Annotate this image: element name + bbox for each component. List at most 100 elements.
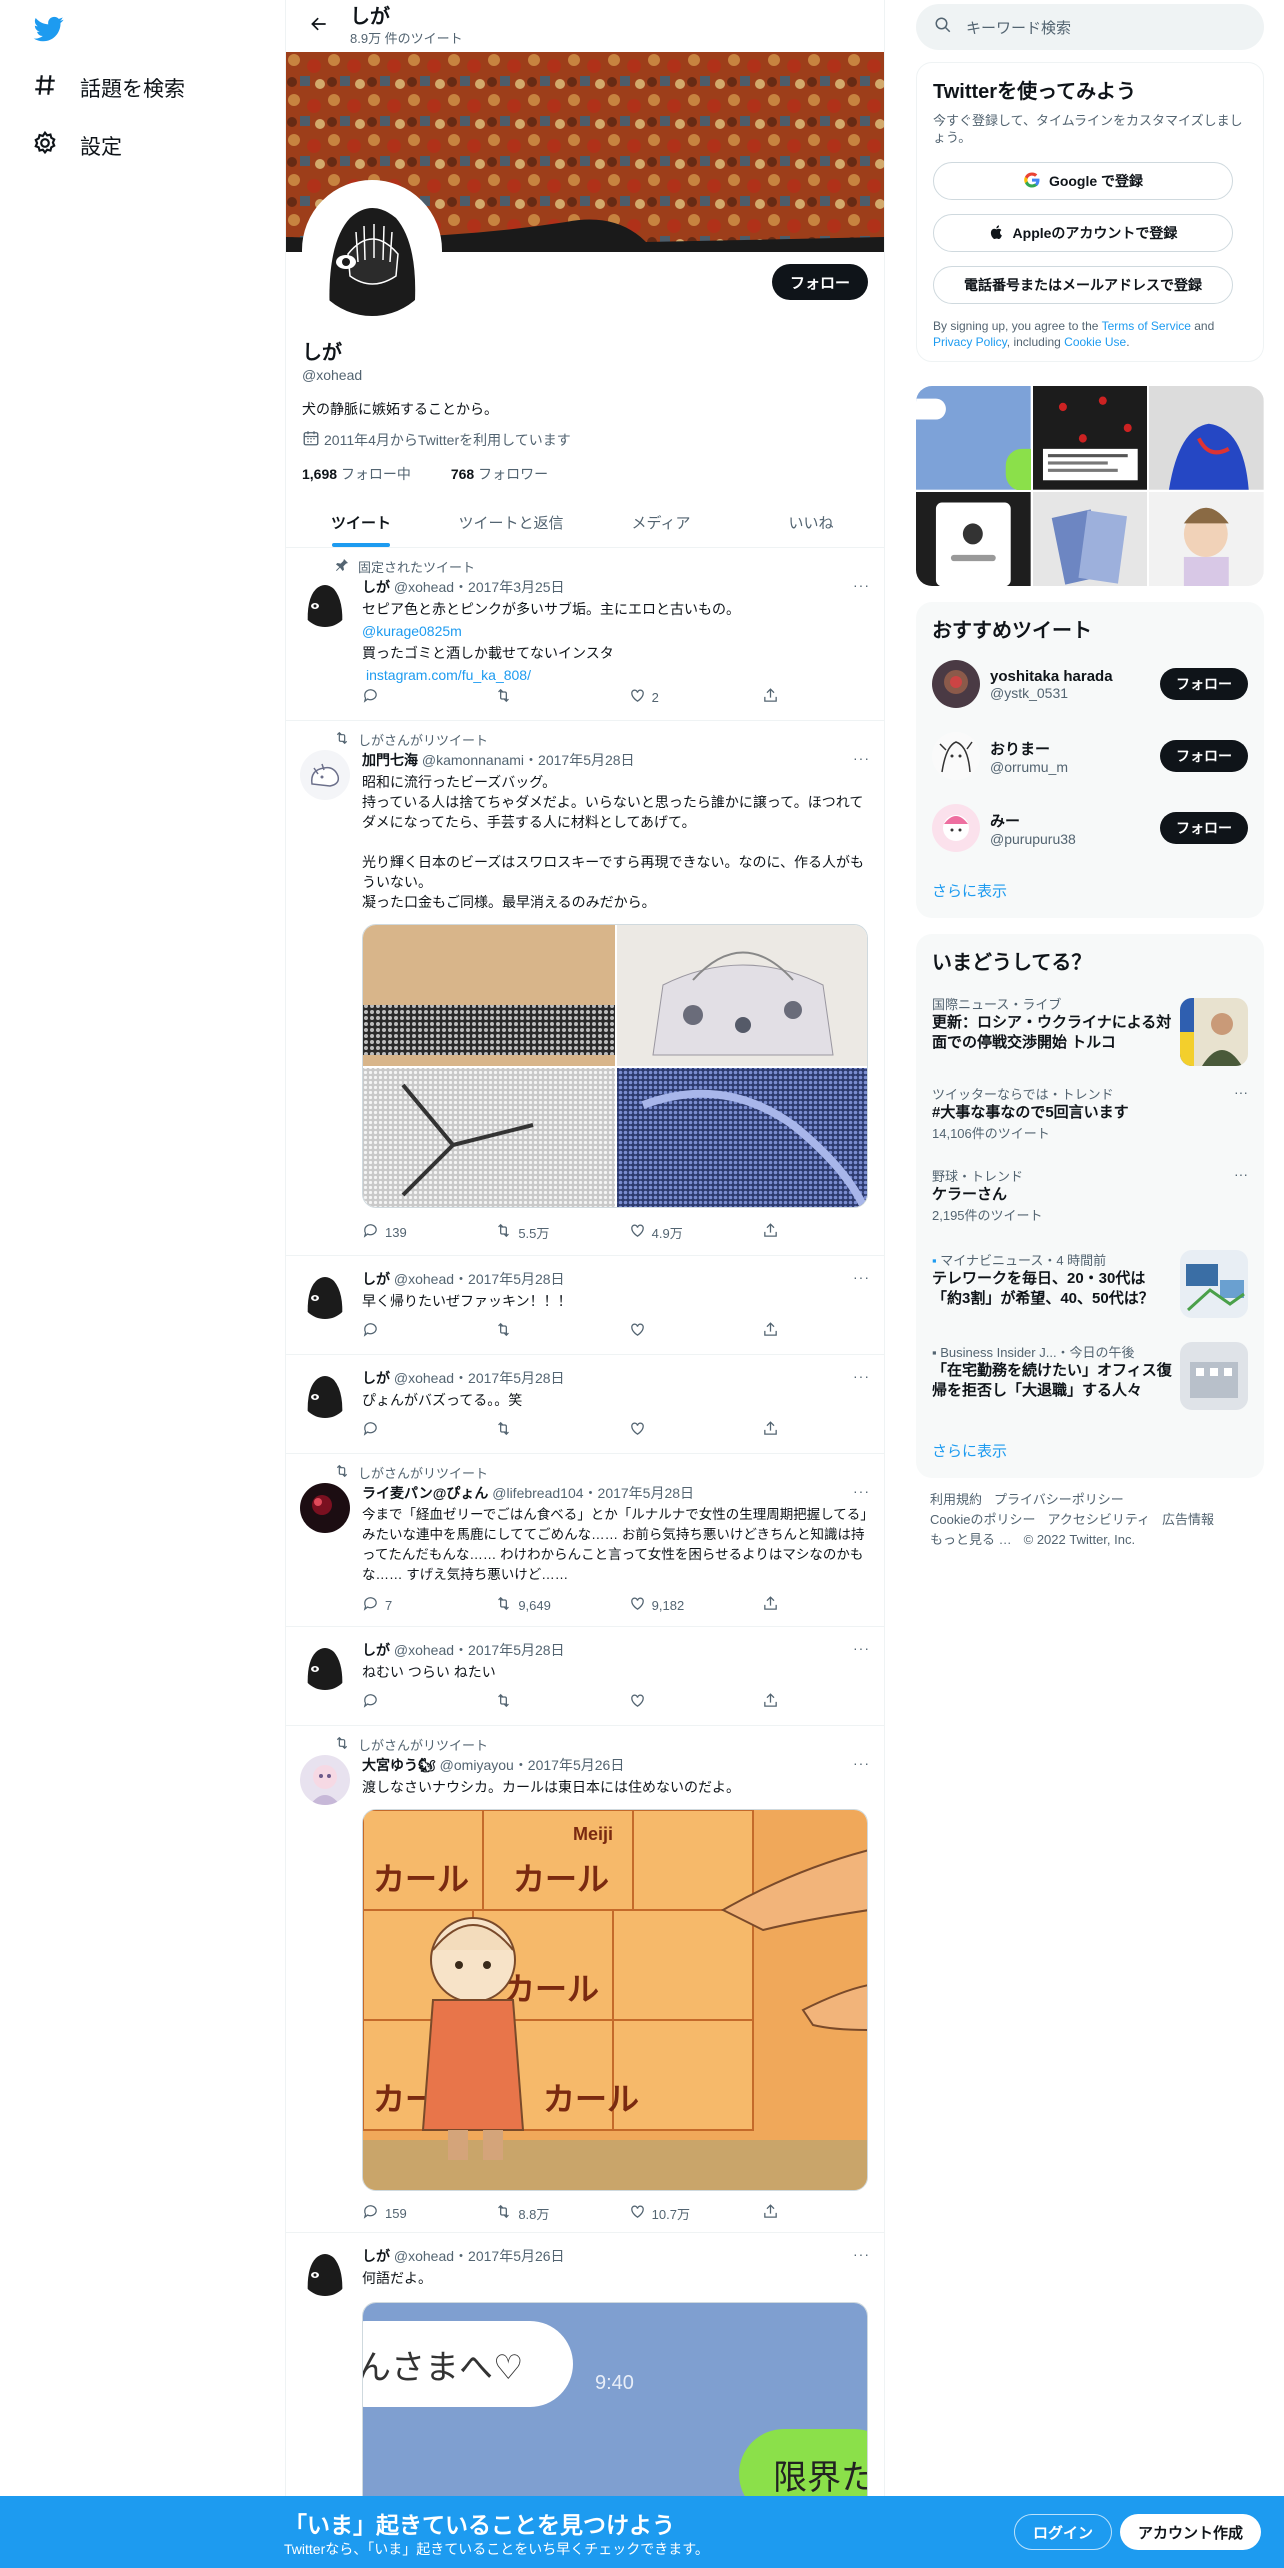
follow-button[interactable]: フォロー	[771, 264, 868, 300]
tab-tweets-replies[interactable]: ツイートと返信	[436, 498, 586, 547]
tweet-item[interactable]: ··· しが @xohead・2017年5月28日 早く帰りたいぜファッキン！！…	[286, 1257, 884, 1355]
nav-settings[interactable]: 設定	[32, 130, 122, 162]
terms-of-service-link[interactable]: Terms of Service	[1102, 319, 1191, 333]
google-signup-button[interactable]: Google で登録	[933, 162, 1233, 200]
reply-button[interactable]: 7	[362, 1595, 452, 1615]
like-button[interactable]: 2	[629, 687, 719, 707]
media-thumbnail[interactable]	[1149, 491, 1264, 586]
media-thumbnail[interactable]	[1032, 491, 1148, 586]
reply-button[interactable]: 139	[362, 1222, 452, 1242]
tweet-item[interactable]: しがさんがリツイート ··· 大宮ゆう🐿 @omiyayou・2017年5月26…	[286, 1727, 884, 2233]
media-thumbnail[interactable]	[916, 491, 1031, 586]
back-button[interactable]	[302, 9, 336, 43]
tab-likes[interactable]: いいね	[736, 498, 884, 547]
tweet-avatar[interactable]	[300, 1483, 350, 1533]
tweet-date[interactable]: ・2017年5月28日	[584, 1485, 695, 1501]
followers-link[interactable]: 768 フォロワー	[451, 466, 566, 482]
recommended-user[interactable]: みー @purupuru38 フォロー	[932, 800, 1248, 856]
tweet-date[interactable]: ・2017年5月26日	[514, 1757, 625, 1773]
reply-button[interactable]	[362, 1321, 452, 1341]
tweet-image-grid[interactable]	[362, 924, 868, 1208]
tweet-date[interactable]: ・2017年5月28日	[454, 1271, 565, 1287]
tweet-author-name[interactable]: しが	[362, 1271, 390, 1287]
recommended-user[interactable]: yoshitaka harada @ystk_0531 フォロー	[932, 656, 1248, 712]
media-thumbnail[interactable]	[916, 386, 1046, 491]
tweet-item[interactable]: しがさんがリツイート ··· ライ麦パン@ぴょん @lifebread104・2…	[286, 1455, 884, 1627]
share-button[interactable]	[762, 1420, 782, 1440]
like-button[interactable]: 4.9万	[629, 1222, 719, 1242]
footer-link-cookie[interactable]: Cookieのポリシー	[930, 1512, 1035, 1527]
tweet-author-name[interactable]: しが	[362, 579, 390, 595]
retweet-button[interactable]: 9,649	[495, 1595, 585, 1615]
tweet-author-name[interactable]: 加門七海	[362, 752, 418, 768]
reply-button[interactable]: 159	[362, 2203, 452, 2223]
search-box[interactable]: キーワード検索	[916, 4, 1264, 50]
retweet-button[interactable]	[495, 1420, 585, 1440]
phone-email-signup-button[interactable]: 電話番号またはメールアドレスで登録	[933, 266, 1233, 304]
recommended-follow-button[interactable]: フォロー	[1160, 812, 1248, 844]
recommended-follow-button[interactable]: フォロー	[1160, 668, 1248, 700]
share-button[interactable]	[762, 1222, 782, 1242]
retweet-button[interactable]: 5.5万	[495, 1222, 585, 1242]
tweet-author-name[interactable]: しが	[362, 1642, 390, 1658]
trend-item[interactable]: ▪ Business Insider J...・今日の午後 「在宅勤務を続けたい…	[932, 1342, 1248, 1418]
trend-more-button[interactable]: ···	[1234, 1084, 1248, 1100]
share-button[interactable]	[762, 687, 782, 707]
like-button[interactable]: 9,182	[629, 1595, 719, 1615]
tweet-url-link[interactable]: instagram.com/fu_ka_808/	[362, 665, 872, 685]
media-thumbnail[interactable]	[1032, 386, 1148, 490]
profile-avatar[interactable]	[302, 180, 442, 320]
apple-signup-button[interactable]: Appleのアカウントで登録	[933, 214, 1233, 252]
retweet-button[interactable]	[495, 1321, 585, 1341]
footer-link-privacy[interactable]: プライバシーポリシー	[994, 1492, 1124, 1507]
tweet-author-name[interactable]: しが	[362, 2248, 390, 2264]
trend-item[interactable]: ▪ マイナビニュース・4 時間前 テレワークを毎日、20・30代は「約3割」が希…	[932, 1250, 1248, 1326]
reply-button[interactable]	[362, 687, 452, 707]
recommended-user[interactable]: おりまー @orrumu_m フォロー	[932, 728, 1248, 784]
like-button[interactable]: 10.7万	[629, 2203, 719, 2223]
tweet-date[interactable]: ・2017年5月28日	[524, 752, 635, 768]
tweet-date[interactable]: ・2017年3月25日	[454, 579, 565, 595]
tweet-date[interactable]: ・2017年5月28日	[454, 1370, 565, 1386]
recommended-show-more-link[interactable]: さらに表示	[932, 880, 1007, 901]
tweet-avatar[interactable]	[300, 750, 350, 800]
footer-link-more[interactable]: もっと見る …	[930, 1532, 1012, 1547]
tweet-author-name[interactable]: しが	[362, 1370, 390, 1386]
tweet-mention-link[interactable]: @kurage0825m	[362, 621, 872, 641]
following-link[interactable]: 1,698 フォロー中	[302, 466, 429, 482]
tweet-avatar[interactable]	[300, 577, 350, 627]
twitter-bird-icon[interactable]	[32, 14, 66, 44]
like-button[interactable]	[629, 1321, 719, 1341]
trend-item[interactable]: ツイッターならでは・トレンド #大事な事なので5回言います 14,106件のツイ…	[932, 1084, 1248, 1148]
like-button[interactable]	[629, 1692, 719, 1712]
footer-link-ads[interactable]: 広告情報	[1162, 1512, 1214, 1527]
share-button[interactable]	[762, 1692, 782, 1712]
like-button[interactable]	[629, 1420, 719, 1440]
tab-tweets[interactable]: ツイート	[286, 498, 436, 547]
retweet-button[interactable]	[495, 687, 585, 707]
tweet-item[interactable]: ··· しが @xohead・2017年5月28日 ぴょんがバズってる。。笑	[286, 1356, 884, 1454]
nav-explore[interactable]: 話題を検索	[32, 72, 185, 104]
trend-more-button[interactable]: ···	[1234, 1166, 1248, 1182]
footer-link-terms[interactable]: 利用規約	[930, 1492, 982, 1507]
recommended-follow-button[interactable]: フォロー	[1160, 740, 1248, 772]
tweet-image[interactable]: んさまへ♡ 9:40 限界た	[362, 2302, 868, 2500]
share-button[interactable]	[762, 1595, 782, 1615]
tweet-avatar[interactable]	[300, 1640, 350, 1690]
tweet-avatar[interactable]	[300, 1755, 350, 1805]
footer-link-accessibility[interactable]: アクセシビリティ	[1047, 1512, 1150, 1527]
trend-item[interactable]: 国際ニュース・ライブ 更新：ロシア・ウクライナによる対面での停戦交渉開始 トルコ	[932, 994, 1248, 1070]
reply-button[interactable]	[362, 1420, 452, 1440]
cookie-use-link[interactable]: Cookie Use	[1064, 335, 1126, 349]
share-button[interactable]	[762, 1321, 782, 1341]
privacy-policy-link[interactable]: Privacy Policy	[933, 335, 1007, 349]
tab-media[interactable]: メディア	[586, 498, 736, 547]
tweet-author-name[interactable]: 大宮ゆう🐿	[362, 1757, 436, 1773]
tweet-author-name[interactable]: ライ麦パン@ぴょん	[362, 1485, 488, 1501]
tweet-avatar[interactable]	[300, 1368, 350, 1418]
tweet-item[interactable]: ··· しが @xohead・2017年5月28日 ねむい つらい ねたい	[286, 1628, 884, 1726]
trend-item[interactable]: 野球・トレンド ケラーさん 2,195件のツイート ···	[932, 1166, 1248, 1230]
retweet-button[interactable]: 8.8万	[495, 2203, 585, 2223]
tweet-item[interactable]: ··· しが @xohead・2017年5月26日 何語だよ。 んさまへ♡ 9:…	[286, 2234, 884, 2500]
retweet-button[interactable]	[495, 1692, 585, 1712]
